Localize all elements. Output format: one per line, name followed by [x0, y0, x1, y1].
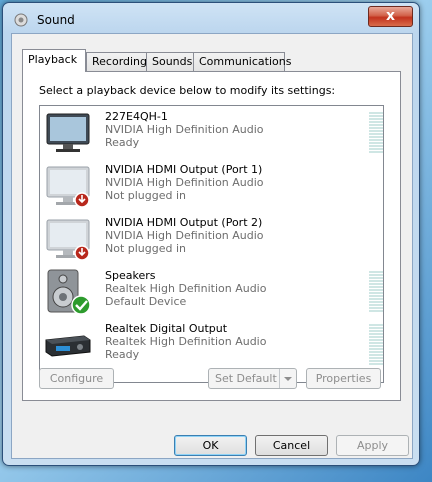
sound-dialog: Sound x Playback Recording Sounds Commun… — [2, 2, 420, 466]
volume-meter — [369, 271, 383, 313]
device-name: NVIDIA HDMI Output (Port 1) — [105, 163, 263, 176]
playback-panel: Select a playback device below to modify… — [22, 71, 401, 401]
chevron-down-icon — [284, 377, 292, 381]
close-icon: x — [385, 8, 396, 24]
dialog-client: Playback Recording Sounds Communications… — [11, 33, 413, 459]
tab-recording[interactable]: Recording — [86, 52, 150, 71]
monitor-unplugged-icon — [46, 219, 90, 261]
device-driver: NVIDIA High Definition Audio — [105, 176, 264, 189]
device-driver: NVIDIA High Definition Audio — [105, 229, 264, 242]
device-driver: Realtek High Definition Audio — [105, 335, 267, 348]
set-default-label: Set Default — [215, 372, 277, 385]
receiver-icon — [45, 335, 91, 357]
set-default-button[interactable]: Set Default — [208, 368, 297, 389]
tab-communications[interactable]: Communications — [193, 52, 291, 71]
device-driver: Realtek High Definition Audio — [105, 282, 267, 295]
tab-sounds[interactable]: Sounds — [146, 52, 197, 71]
sound-app-icon — [14, 13, 28, 27]
title-bar[interactable]: Sound x — [3, 3, 419, 33]
device-item[interactable]: NVIDIA HDMI Output (Port 2) NVIDIA High … — [40, 212, 383, 265]
monitor-icon — [46, 113, 90, 152]
device-item[interactable]: Speakers Realtek High Definition Audio D… — [40, 265, 383, 318]
ok-button[interactable]: OK — [174, 435, 247, 456]
close-button[interactable]: x — [368, 6, 413, 27]
volume-meter — [369, 112, 383, 154]
properties-button[interactable]: Properties — [306, 368, 381, 389]
tab-playback[interactable]: Playback — [22, 49, 86, 72]
device-list[interactable]: 227E4QH-1 NVIDIA High Definition Audio R… — [39, 105, 384, 383]
device-item[interactable]: 227E4QH-1 NVIDIA High Definition Audio R… — [40, 106, 383, 159]
device-name: NVIDIA HDMI Output (Port 2) — [105, 216, 263, 229]
device-name: 227E4QH-1 — [105, 110, 168, 123]
set-default-dropdown[interactable] — [279, 369, 296, 388]
device-item[interactable]: NVIDIA HDMI Output (Port 1) NVIDIA High … — [40, 159, 383, 212]
configure-button[interactable]: Configure — [39, 368, 114, 389]
instruction-text: Select a playback device below to modify… — [39, 84, 336, 97]
device-item[interactable]: Realtek Digital Output Realtek High Defi… — [40, 318, 383, 371]
device-status: Ready — [105, 136, 140, 149]
cancel-button[interactable]: Cancel — [255, 435, 328, 456]
device-name: Speakers — [105, 269, 156, 282]
device-name: Realtek Digital Output — [105, 322, 228, 335]
speaker-default-icon — [47, 269, 91, 315]
device-status: Not plugged in — [105, 189, 187, 202]
volume-meter — [369, 324, 383, 366]
device-status: Ready — [105, 348, 140, 361]
device-status: Not plugged in — [105, 242, 187, 255]
window-title: Sound — [37, 13, 75, 27]
device-driver: NVIDIA High Definition Audio — [105, 123, 264, 136]
apply-button[interactable]: Apply — [336, 435, 409, 456]
device-status: Default Device — [105, 295, 187, 308]
monitor-unplugged-icon — [46, 166, 90, 208]
